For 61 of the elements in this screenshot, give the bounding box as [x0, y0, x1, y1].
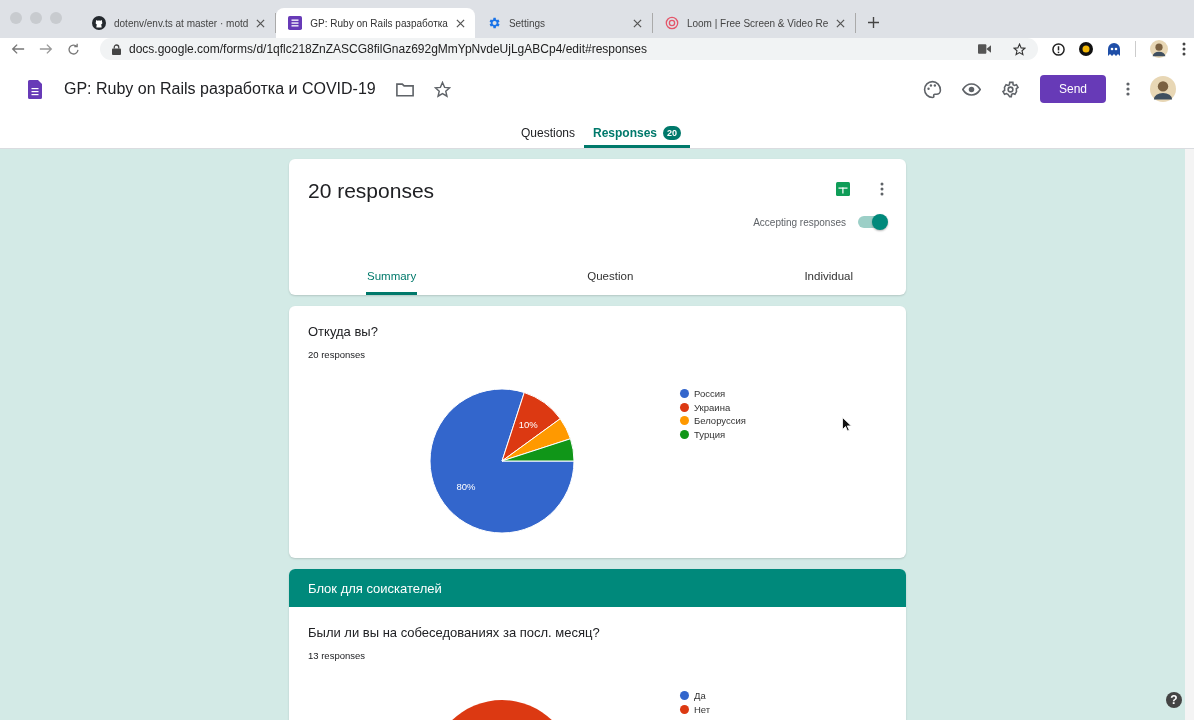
alert-icon[interactable]: [1052, 42, 1065, 56]
more-icon[interactable]: [1182, 42, 1186, 56]
star-icon[interactable]: [1013, 42, 1026, 56]
eye-icon[interactable]: [962, 82, 981, 96]
lock-icon: [112, 43, 121, 55]
accepting-label: Accepting responses: [753, 216, 846, 228]
summary-tab[interactable]: Summary: [366, 270, 418, 295]
legend-label: Белоруссия: [694, 415, 746, 426]
star-icon[interactable]: [433, 80, 451, 98]
legend-dot: [680, 416, 689, 425]
slice-label: 80%: [456, 481, 476, 493]
legend-label: Турция: [694, 428, 726, 440]
close-icon[interactable]: [632, 18, 642, 28]
browser-tab[interactable]: Settings: [474, 13, 653, 33]
response-count: 20 responses: [307, 348, 367, 360]
question-title: Были ли вы на собеседованиях за посл. месяц?: [307, 624, 601, 640]
close-icon[interactable]: [455, 18, 465, 28]
address-bar[interactable]: docs.google.com/forms/d/1qflc218ZnZASCG8filGnaz692gMmYpNvdeUjLgABCp4/edit#responses: [100, 38, 1038, 60]
question-title: Откуда вы?: [307, 323, 379, 339]
form-icon[interactable]: [28, 79, 42, 99]
avatar-icon[interactable]: [1150, 40, 1168, 58]
legend-dot: [680, 402, 689, 412]
form-tab[interactable]: Questions: [511, 118, 584, 148]
settings-icon[interactable]: [1001, 79, 1020, 99]
close-icon[interactable]: [836, 18, 846, 28]
close-icon[interactable]: [256, 18, 266, 28]
section-header: Блок для соискателей: [289, 569, 906, 607]
avatar-icon[interactable]: [1150, 76, 1176, 102]
new-tab-icon[interactable]: [868, 17, 880, 28]
folder-icon[interactable]: [395, 81, 414, 97]
more-icon[interactable]: [880, 182, 884, 196]
browser-tab[interactable]: GP: Ruby on Rails разработка: [276, 8, 475, 38]
summary-tab[interactable]: Individual: [803, 270, 854, 295]
camera-icon[interactable]: [978, 44, 991, 54]
forward-arrow-icon[interactable]: [39, 42, 53, 56]
summary-tab[interactable]: Question: [586, 270, 635, 295]
response-count: 13 responses: [307, 649, 367, 661]
form-title[interactable]: GP: Ruby on Rails разработка и COVID-19: [64, 80, 376, 98]
more-icon[interactable]: [1126, 82, 1130, 96]
browser-tab[interactable]: Loom | Free Screen & Video Re: [652, 13, 857, 33]
browser-tab[interactable]: dotenv/env.ts at master · motd: [80, 13, 277, 33]
legend-label: Да: [694, 690, 706, 701]
ghost-icon[interactable]: [1107, 42, 1121, 56]
cat-logo-icon: [92, 16, 106, 30]
legend-dot: [680, 389, 689, 398]
legend-dot: [680, 429, 689, 439]
responses-heading: 20 responses: [308, 179, 435, 203]
legend-label: Россия: [694, 388, 726, 399]
legend-label: Украина: [694, 401, 731, 413]
slice-label: 10%: [518, 418, 538, 430]
back-arrow-icon[interactable]: [11, 42, 25, 56]
extension-icon[interactable]: [1079, 42, 1093, 56]
palette-icon[interactable]: [923, 79, 942, 99]
form-icon: [288, 16, 303, 30]
cursor-icon: [842, 417, 852, 432]
reload-icon[interactable]: [67, 42, 80, 56]
accepting-toggle[interactable]: [858, 216, 886, 228]
count-badge: 20: [663, 126, 682, 140]
send-button[interactable]: Send: [1040, 75, 1106, 103]
legend-label: Нет: [694, 703, 711, 715]
help-button[interactable]: ?: [1166, 692, 1182, 708]
